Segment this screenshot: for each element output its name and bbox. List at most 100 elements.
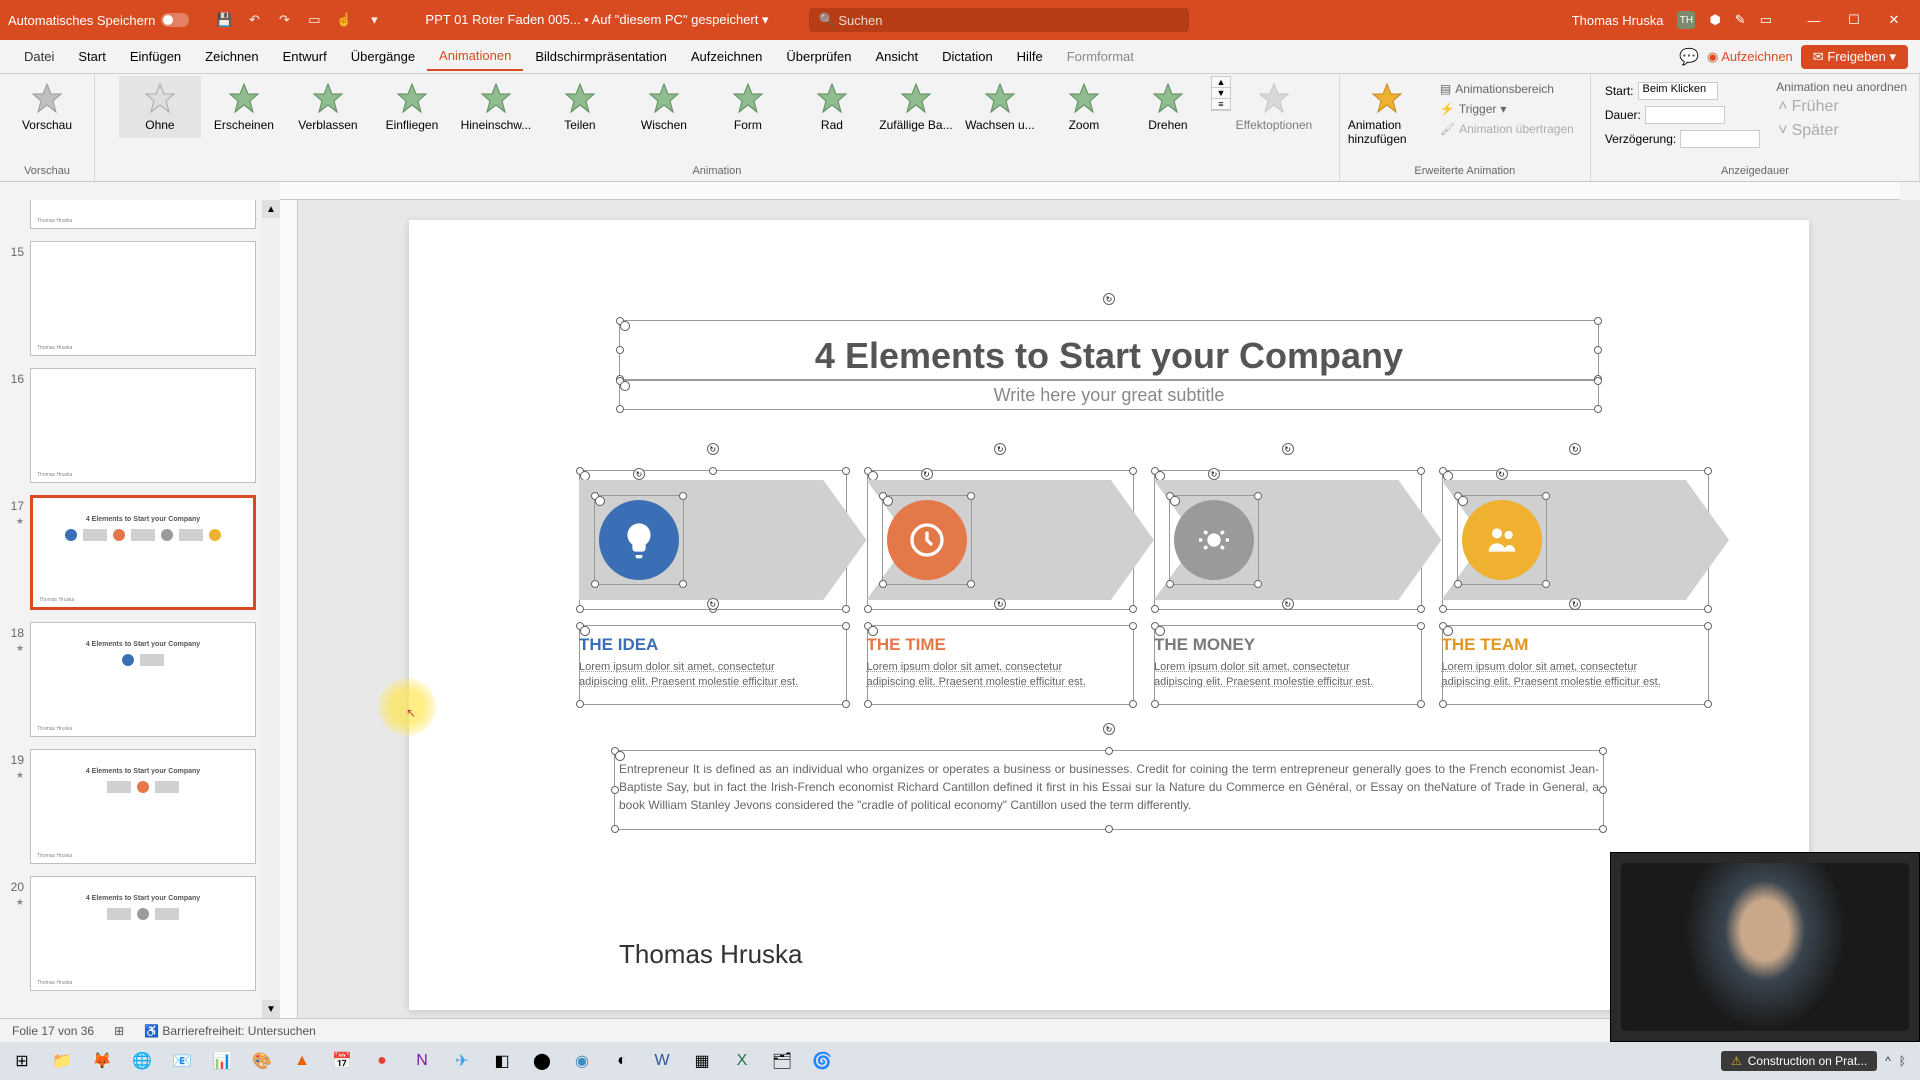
firefox-icon[interactable]: 🦊 bbox=[84, 1045, 120, 1077]
chrome-icon[interactable]: 🌐 bbox=[124, 1045, 160, 1077]
qa-overflow-icon[interactable]: ▾ bbox=[363, 9, 385, 31]
search-input[interactable]: 🔍 Suchen bbox=[809, 8, 1189, 32]
animation-wipe[interactable]: Wischen bbox=[623, 76, 705, 138]
slide-subtitle[interactable]: Write here your great subtitle bbox=[994, 385, 1225, 406]
animation-appear[interactable]: Erscheinen bbox=[203, 76, 285, 138]
slide-thumbnail-panel[interactable]: Thomas Hruska 15Thomas Hruska 16Thomas H… bbox=[0, 200, 280, 1018]
tab-home[interactable]: Start bbox=[66, 43, 117, 70]
animation-flyin[interactable]: Einfliegen bbox=[371, 76, 453, 138]
accessibility-status[interactable]: ♿ Barrierefreiheit: Untersuchen bbox=[144, 1024, 316, 1038]
animation-swivel[interactable]: Drehen bbox=[1127, 76, 1209, 138]
tab-dictation[interactable]: Dictation bbox=[930, 43, 1005, 70]
idea-icon[interactable] bbox=[599, 500, 679, 580]
animation-zoom[interactable]: Zoom bbox=[1043, 76, 1125, 138]
sync-icon[interactable]: ⬢ bbox=[1709, 12, 1720, 28]
maximize-button[interactable]: ☐ bbox=[1836, 7, 1872, 33]
tab-record[interactable]: Aufzeichnen bbox=[679, 43, 775, 70]
app-icon-3[interactable]: ▦ bbox=[684, 1045, 720, 1077]
tab-animations[interactable]: Animationen bbox=[427, 42, 523, 71]
animation-pane-button[interactable]: ▤ Animationsbereich bbox=[1438, 80, 1576, 98]
autosave-switch-icon[interactable] bbox=[161, 13, 189, 27]
duration-input[interactable] bbox=[1645, 106, 1725, 124]
powerpoint-icon[interactable]: 📊 bbox=[204, 1045, 240, 1077]
calendar-icon[interactable]: 📅 bbox=[324, 1045, 360, 1077]
team-icon[interactable] bbox=[1462, 500, 1542, 580]
money-body[interactable]: Lorem ipsum dolor sit amet, consectetur … bbox=[1154, 660, 1374, 691]
gallery-up-icon[interactable]: ▲ bbox=[1212, 77, 1230, 88]
thumbnail-20[interactable]: 4 Elements to Start your Company Thomas … bbox=[30, 876, 256, 991]
thumbnail-14[interactable]: Thomas Hruska bbox=[30, 200, 256, 229]
time-icon[interactable] bbox=[887, 500, 967, 580]
from-beginning-icon[interactable]: ▭ bbox=[303, 9, 325, 31]
thumbnail-scrollbar[interactable]: ▲ ▼ bbox=[262, 200, 280, 1018]
onenote-icon[interactable]: N bbox=[404, 1045, 440, 1077]
slide-title[interactable]: 4 Elements to Start your Company bbox=[815, 335, 1403, 377]
animation-floatin[interactable]: Hineinschw... bbox=[455, 76, 537, 138]
money-title[interactable]: THE MONEY bbox=[1154, 635, 1255, 655]
tab-insert[interactable]: Einfügen bbox=[118, 43, 193, 70]
start-button[interactable]: ⊞ bbox=[4, 1045, 40, 1077]
todoist-icon[interactable]: ● bbox=[364, 1045, 400, 1077]
thumbnail-16[interactable]: Thomas Hruska bbox=[30, 368, 256, 483]
share-button[interactable]: ✉ Freigeben ▾ bbox=[1801, 45, 1908, 69]
close-button[interactable]: ✕ bbox=[1876, 7, 1912, 33]
outlook-icon[interactable]: 📧 bbox=[164, 1045, 200, 1077]
word-icon[interactable]: W bbox=[644, 1045, 680, 1077]
tray-up-icon[interactable]: ^ bbox=[1885, 1054, 1891, 1068]
record-icon[interactable]: ◉ bbox=[564, 1045, 600, 1077]
record-button[interactable]: ◉ Aufzeichnen bbox=[1707, 49, 1793, 65]
tab-slideshow[interactable]: Bildschirmpräsentation bbox=[523, 43, 679, 70]
tab-draw[interactable]: Zeichnen bbox=[193, 43, 270, 70]
animation-randombars[interactable]: Zufällige Ba... bbox=[875, 76, 957, 138]
scroll-up-icon[interactable]: ▲ bbox=[262, 200, 280, 218]
slide[interactable]: 4 Elements to Start your Company Write h… bbox=[409, 220, 1809, 1010]
thumbnail-19[interactable]: 4 Elements to Start your Company Thomas … bbox=[30, 749, 256, 864]
animation-shape[interactable]: Form bbox=[707, 76, 789, 138]
idea-body[interactable]: Lorem ipsum dolor sit amet, consectetur … bbox=[579, 660, 799, 691]
tab-view[interactable]: Ansicht bbox=[863, 43, 930, 70]
redo-icon[interactable]: ↷ bbox=[273, 9, 295, 31]
preview-button[interactable]: Vorschau bbox=[6, 76, 88, 138]
thumbnail-15[interactable]: Thomas Hruska bbox=[30, 241, 256, 356]
add-animation-button[interactable]: Animation hinzufügen bbox=[1346, 76, 1428, 152]
start-dropdown[interactable]: Beim Klicken bbox=[1638, 82, 1718, 100]
tray-bluetooth-icon[interactable]: ᛒ bbox=[1899, 1054, 1906, 1068]
gallery-scroller[interactable]: ▲ ▼ ≡ bbox=[1211, 76, 1231, 111]
app-icon-4[interactable]: 🗂 bbox=[764, 1045, 800, 1077]
tab-review[interactable]: Überprüfen bbox=[774, 43, 863, 70]
tab-file[interactable]: Datei bbox=[12, 43, 66, 70]
vlc-icon[interactable]: ▲ bbox=[284, 1045, 320, 1077]
obs-icon[interactable]: ⬤ bbox=[524, 1045, 560, 1077]
notification-toast[interactable]: ⚠ Construction on Prat... bbox=[1721, 1051, 1877, 1071]
telegram-icon[interactable]: ✈ bbox=[444, 1045, 480, 1077]
app-icon-1[interactable]: ◧ bbox=[484, 1045, 520, 1077]
coming-soon-icon[interactable]: ✎ bbox=[1735, 12, 1746, 28]
gallery-more-icon[interactable]: ≡ bbox=[1212, 99, 1230, 110]
minimize-button[interactable]: — bbox=[1796, 7, 1832, 33]
paint-icon[interactable]: 🎨 bbox=[244, 1045, 280, 1077]
save-icon[interactable]: 💾 bbox=[213, 9, 235, 31]
tab-transitions[interactable]: Übergänge bbox=[339, 43, 427, 70]
thumbnail-18[interactable]: 4 Elements to Start your Company Thomas … bbox=[30, 622, 256, 737]
display-options-icon[interactable]: ▭ bbox=[1760, 12, 1772, 28]
animation-none[interactable]: Ohne bbox=[119, 76, 201, 138]
autosave-toggle[interactable]: Automatisches Speichern bbox=[8, 13, 189, 28]
tab-shape-format[interactable]: Formformat bbox=[1055, 43, 1146, 70]
idea-title[interactable]: THE IDEA bbox=[579, 635, 658, 655]
time-body[interactable]: Lorem ipsum dolor sit amet, consectetur … bbox=[867, 660, 1087, 691]
app-icon-2[interactable]: ◐ bbox=[604, 1045, 640, 1077]
scroll-down-icon[interactable]: ▼ bbox=[262, 1000, 280, 1018]
user-avatar-icon[interactable]: TH bbox=[1677, 11, 1695, 29]
slide-counter[interactable]: Folie 17 von 36 bbox=[12, 1024, 94, 1038]
tab-help[interactable]: Hilfe bbox=[1005, 43, 1055, 70]
trigger-button[interactable]: ⚡ Trigger ▾ bbox=[1438, 100, 1576, 118]
time-title[interactable]: THE TIME bbox=[867, 635, 946, 655]
touch-mode-icon[interactable]: ☝ bbox=[333, 9, 355, 31]
animation-growturn[interactable]: Wachsen u... bbox=[959, 76, 1041, 138]
animation-split[interactable]: Teilen bbox=[539, 76, 621, 138]
comments-icon[interactable]: 💬 bbox=[1679, 47, 1699, 67]
money-icon[interactable] bbox=[1174, 500, 1254, 580]
entrepreneur-text[interactable]: Entrepreneur It is defined as an individ… bbox=[619, 760, 1599, 814]
animation-wheel[interactable]: Rad bbox=[791, 76, 873, 138]
file-explorer-icon[interactable]: 📁 bbox=[44, 1045, 80, 1077]
